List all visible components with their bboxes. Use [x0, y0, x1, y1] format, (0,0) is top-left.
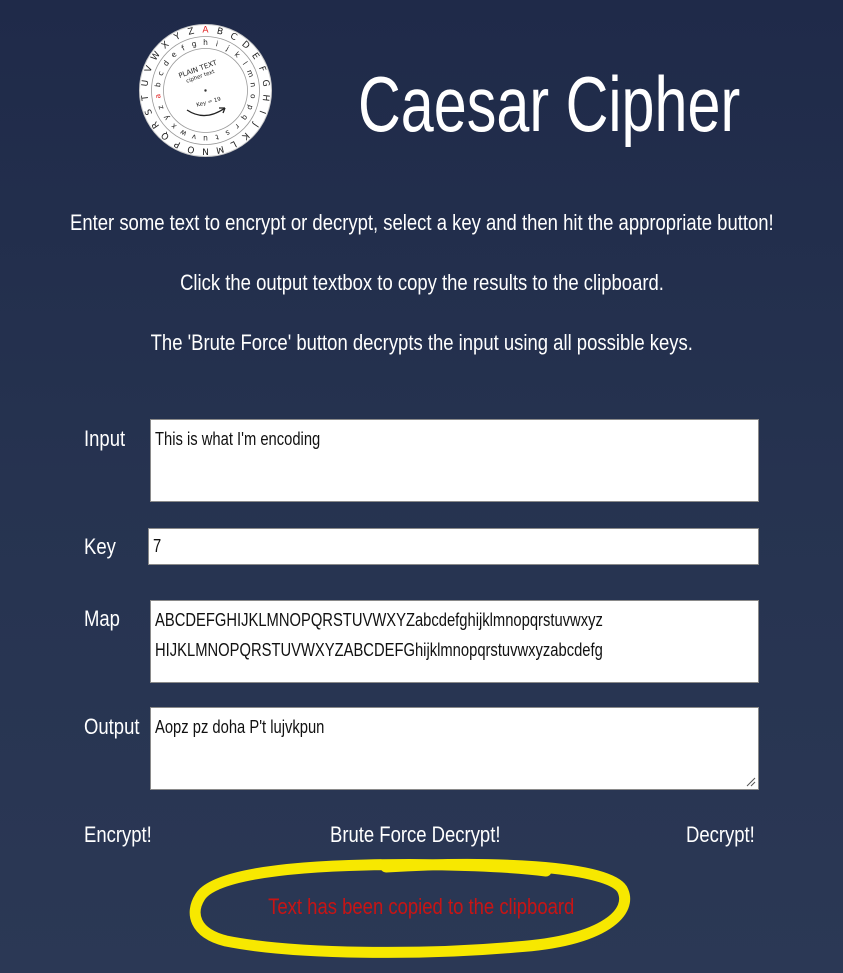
instruction-line: Enter some text to encrypt or decrypt, s… [69, 210, 774, 235]
map-plain-alphabet: ABCDEFGHIJKLMNOPQRSTUVWXYZabcdefghijklmn… [155, 610, 603, 630]
output-label: Output [84, 714, 140, 739]
decrypt-button[interactable]: Decrypt! [686, 820, 768, 850]
wheel-letter: u [203, 134, 208, 143]
key-label: Key [84, 534, 116, 559]
instruction-line: Click the output textbox to copy the res… [179, 270, 664, 295]
clipboard-status-message: Text has been copied to the clipboard [268, 894, 575, 919]
instruction-line: The 'Brute Force' button decrypts the in… [150, 330, 693, 355]
wheel-letter: N [202, 146, 209, 156]
map-cipher-alphabet: HIJKLMNOPQRSTUVWXYZABCDEFGhijklmnopqrstu… [155, 640, 603, 660]
wheel-letter: h [203, 38, 208, 47]
map-label: Map [84, 606, 120, 631]
page-title: Caesar Cipher [358, 60, 741, 148]
brute-force-decrypt-button[interactable]: Brute Force Decrypt! [330, 820, 533, 850]
resize-grip-icon[interactable] [746, 777, 756, 787]
input-text: This is what I'm encoding [155, 429, 321, 449]
wheel-letter: U [141, 79, 152, 87]
key-value: 7 [153, 536, 162, 556]
encrypt-button[interactable]: Encrypt! [84, 820, 165, 850]
wheel-letter: A [202, 26, 209, 36]
map-textarea[interactable]: ABCDEFGHIJKLMNOPQRSTUVWXYZabcdefghijklmn… [150, 600, 759, 683]
input-textarea[interactable]: This is what I'm encoding [150, 419, 759, 502]
key-field[interactable]: 7 [148, 528, 759, 565]
wheel-letter: G [260, 79, 271, 87]
input-label: Input [84, 426, 126, 451]
output-textarea[interactable]: Aopz pz doha P't lujvkpun [150, 707, 759, 790]
wheel-letter: H [260, 94, 271, 102]
output-text: Aopz pz doha P't lujvkpun [155, 717, 325, 737]
cipher-wheel-logo: A B CDEFGHIJKLMNOPQRSTUVWXY Z abcdef g h i jklm… [139, 24, 272, 157]
